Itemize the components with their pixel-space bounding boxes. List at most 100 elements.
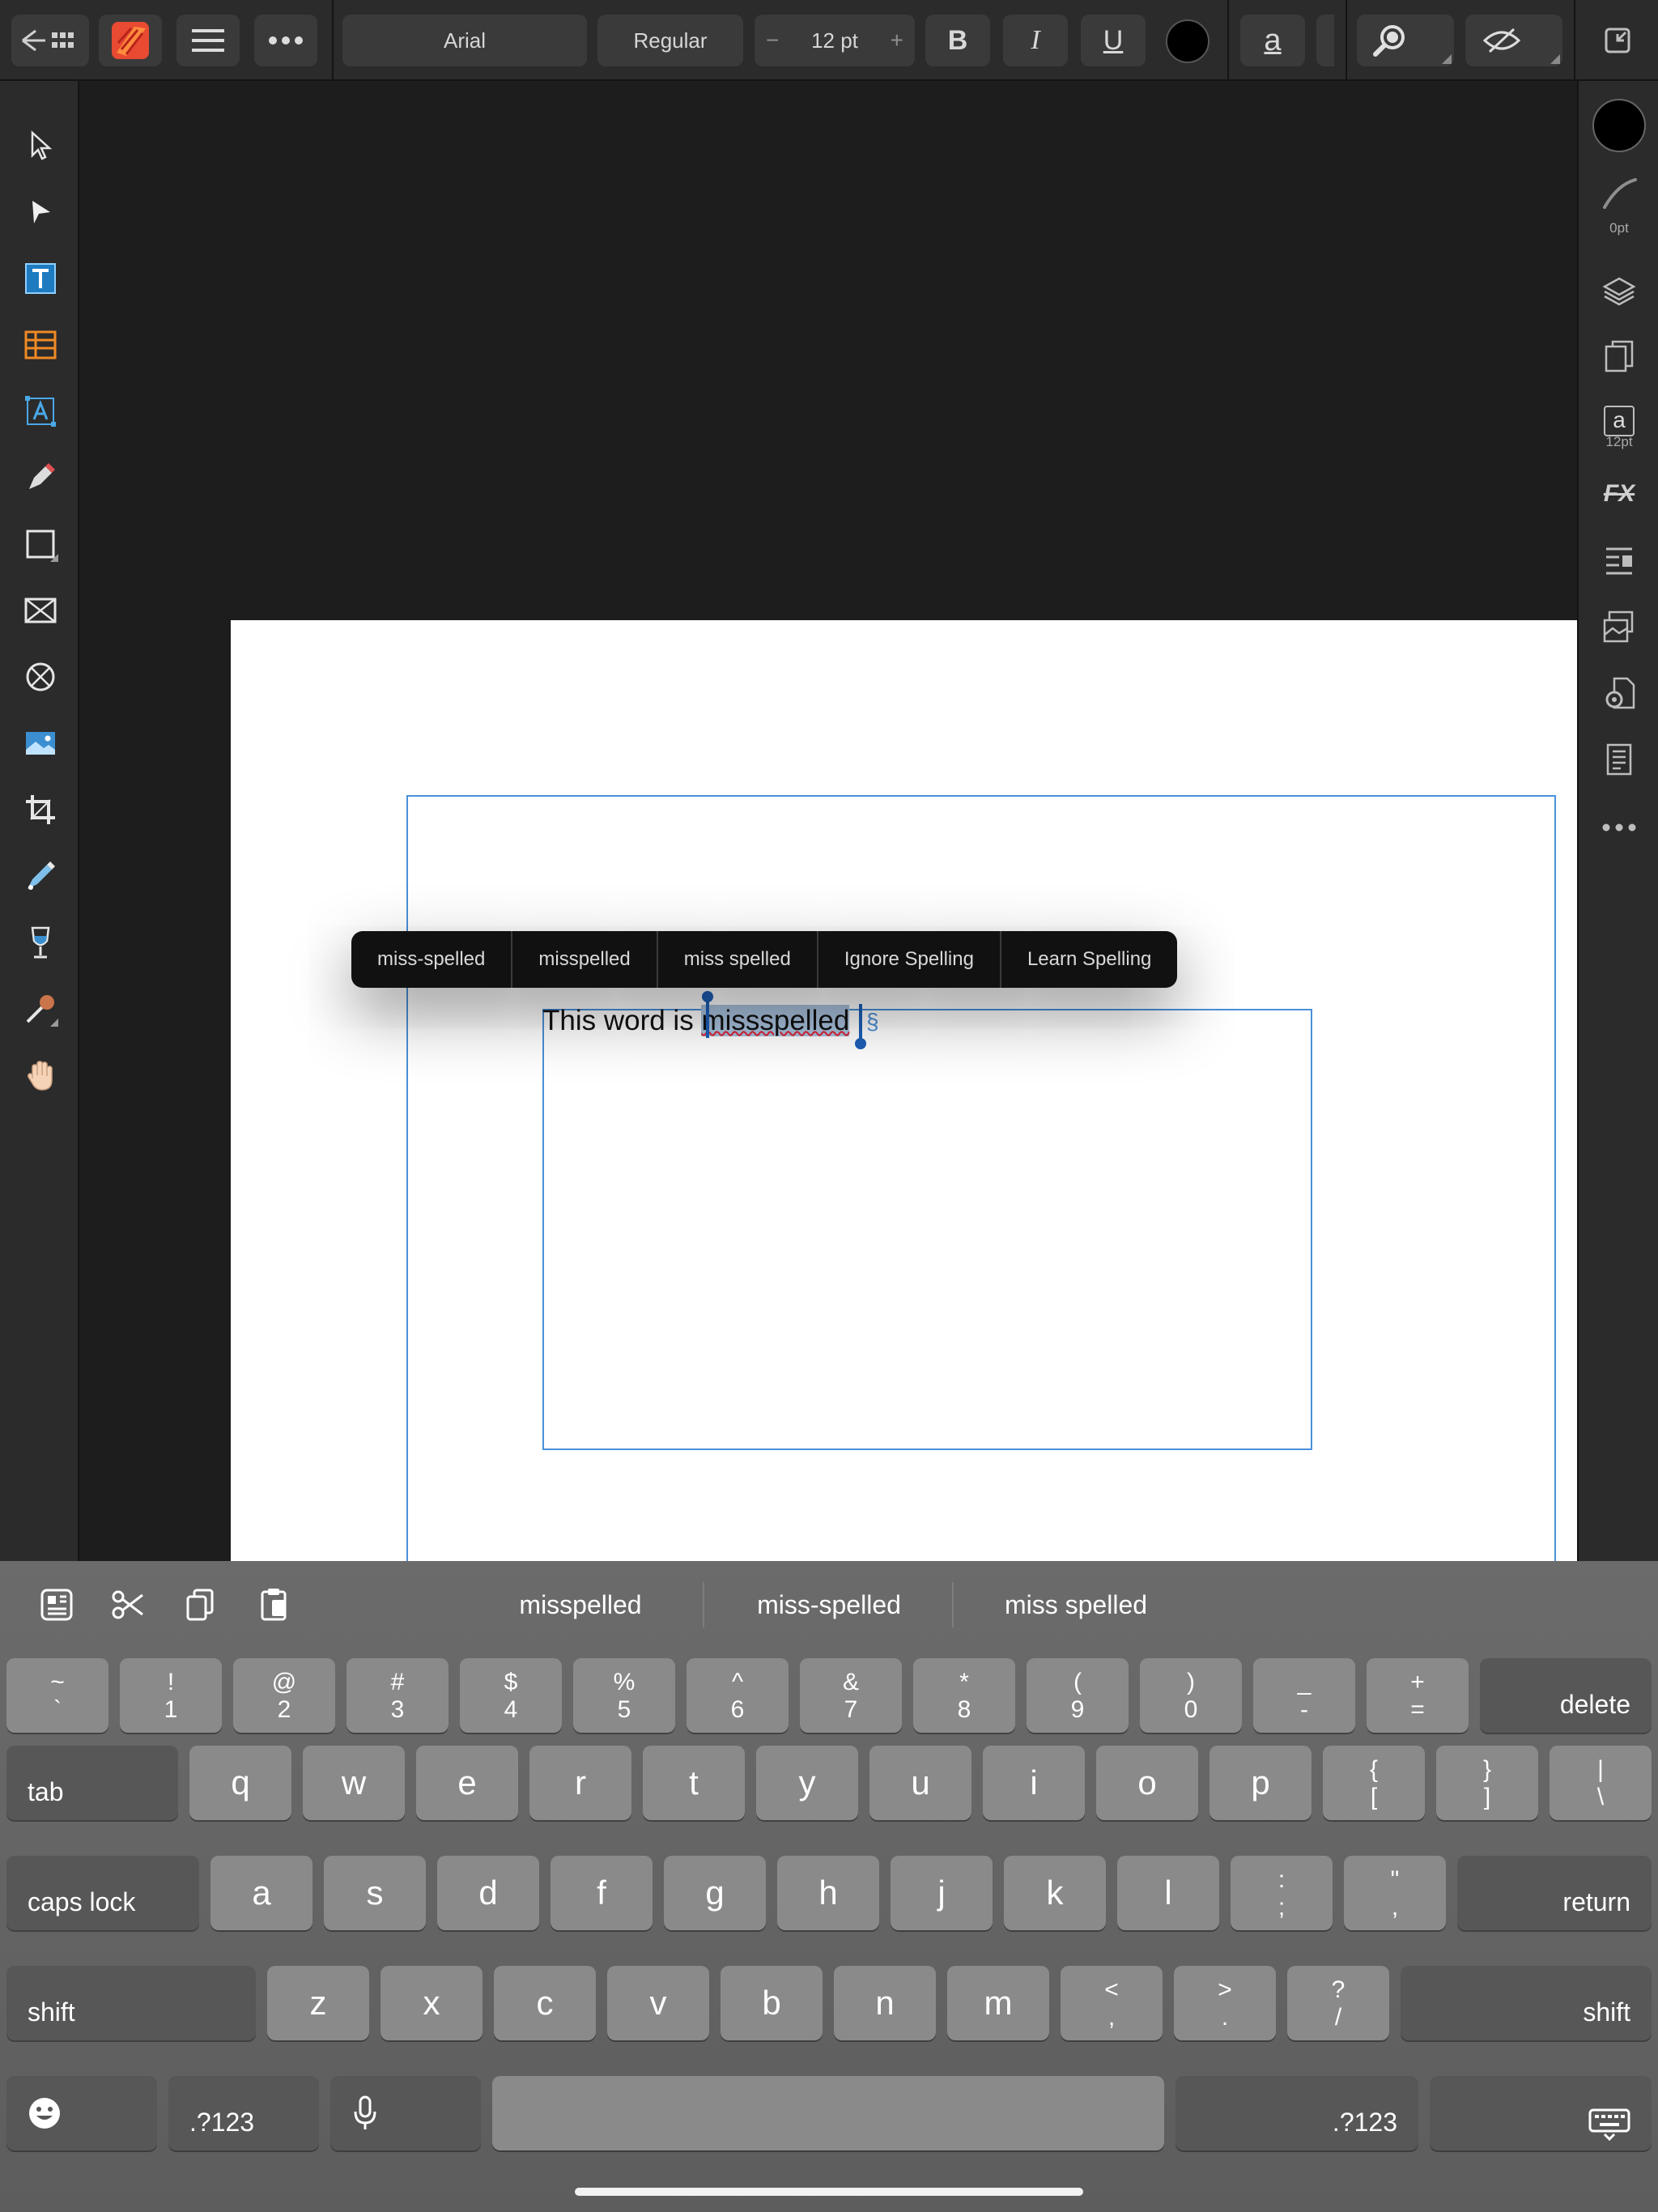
font-family-field[interactable]: Arial — [342, 15, 587, 66]
key-u[interactable]: u — [869, 1746, 971, 1820]
artistic-text-tool[interactable] — [18, 389, 63, 434]
key-l[interactable]: l — [1117, 1856, 1219, 1930]
key-t[interactable]: t — [643, 1746, 745, 1820]
key-equals[interactable]: + = — [1367, 1658, 1469, 1733]
key-semicolon[interactable]: :; — [1231, 1856, 1333, 1930]
key-b[interactable]: b — [721, 1966, 823, 2040]
key-quote[interactable]: ", — [1344, 1856, 1446, 1930]
key-minus[interactable]: _ - — [1253, 1658, 1355, 1733]
key-delete[interactable]: delete — [1480, 1658, 1652, 1733]
key-p[interactable]: p — [1209, 1746, 1312, 1820]
keyboard-suggestion-2[interactable]: miss-spelled — [708, 1584, 950, 1626]
key-9[interactable]: (9 — [1027, 1658, 1129, 1733]
menu-item-suggestion-3[interactable]: miss spelled — [658, 931, 818, 988]
text-frame-content[interactable]: This word is missspelled — [542, 1004, 850, 1038]
selection-start-handle[interactable] — [702, 991, 713, 1002]
effects-studio-button[interactable]: FX — [1598, 473, 1640, 515]
menu-item-suggestion-2[interactable]: misspelled — [512, 931, 658, 988]
pages-studio-button[interactable] — [1598, 335, 1640, 377]
color-studio-swatch[interactable] — [1592, 99, 1646, 152]
key-z[interactable]: z — [267, 1966, 369, 2040]
key-8[interactable]: * 8 — [913, 1658, 1015, 1733]
key-n[interactable]: n — [834, 1966, 936, 2040]
keyboard-suggestion-1[interactable]: misspelled — [453, 1584, 708, 1626]
key-space[interactable] — [492, 2076, 1164, 2150]
key-s[interactable]: s — [324, 1856, 426, 1930]
italic-button[interactable]: I — [1003, 15, 1068, 66]
view-tool[interactable] — [18, 1053, 63, 1098]
menu-button[interactable] — [176, 15, 240, 66]
key-1[interactable]: ! 1 — [120, 1658, 222, 1733]
key-right-bracket[interactable]: }] — [1436, 1746, 1538, 1820]
key-e[interactable]: e — [416, 1746, 518, 1820]
pen-tool[interactable] — [18, 455, 63, 500]
key-shift-right[interactable]: shift — [1401, 1966, 1652, 2040]
key-v[interactable]: v — [607, 1966, 709, 2040]
font-size-increase-button[interactable]: + — [891, 28, 903, 53]
table-tool[interactable] — [18, 322, 63, 368]
key-h[interactable]: h — [777, 1856, 879, 1930]
key-6[interactable]: ^ 6 — [687, 1658, 789, 1733]
scan-text-button[interactable] — [37, 1585, 76, 1624]
key-backtick[interactable]: ~ ` — [6, 1658, 108, 1733]
font-size-decrease-button[interactable]: − — [766, 28, 779, 53]
copy-button[interactable] — [181, 1585, 220, 1624]
key-0[interactable]: ) 0 — [1140, 1658, 1242, 1733]
node-tool[interactable] — [18, 189, 63, 235]
picture-frame-rectangle-tool[interactable] — [18, 588, 63, 633]
key-period[interactable]: >. — [1174, 1966, 1276, 2040]
text-frame[interactable] — [542, 1009, 1312, 1450]
view-mode-button[interactable] — [1465, 15, 1562, 66]
selection-end-handle[interactable] — [855, 1038, 866, 1049]
key-backslash[interactable]: | \ — [1550, 1746, 1652, 1820]
text-color-swatch[interactable] — [1166, 19, 1209, 63]
stroke-studio-button[interactable] — [1598, 172, 1640, 214]
crop-tool[interactable] — [18, 787, 63, 832]
key-emoji[interactable] — [6, 2076, 157, 2150]
key-slash[interactable]: ? / — [1287, 1966, 1389, 2040]
key-k[interactable]: k — [1004, 1856, 1106, 1930]
key-5[interactable]: % 5 — [573, 1658, 675, 1733]
key-w[interactable]: w — [303, 1746, 405, 1820]
text-flow-studio-button[interactable] — [1598, 738, 1640, 781]
key-q[interactable]: q — [189, 1746, 291, 1820]
move-tool[interactable] — [18, 123, 63, 168]
key-y[interactable]: y — [756, 1746, 858, 1820]
fullscreen-toggle-button[interactable] — [1595, 15, 1640, 66]
key-dictation[interactable] — [330, 2076, 481, 2150]
fill-tool[interactable] — [18, 853, 63, 899]
key-return[interactable]: return — [1457, 1856, 1652, 1930]
document-setup-button[interactable] — [1598, 672, 1640, 714]
zoom-button[interactable] — [1357, 15, 1454, 66]
resource-manager-button[interactable] — [1598, 606, 1640, 648]
menu-item-learn-spelling[interactable]: Learn Spelling — [1001, 931, 1177, 988]
key-3[interactable]: #3 — [346, 1658, 449, 1733]
key-r[interactable]: r — [529, 1746, 631, 1820]
more-studios-button[interactable] — [1598, 806, 1640, 849]
cut-button[interactable] — [108, 1585, 147, 1624]
key-x[interactable]: x — [380, 1966, 483, 2040]
paste-button[interactable] — [254, 1585, 293, 1624]
color-picker-tool[interactable] — [18, 986, 63, 1032]
key-4[interactable]: $4 — [460, 1658, 562, 1733]
layers-studio-button[interactable] — [1598, 270, 1640, 313]
key-shift-left[interactable]: shift — [6, 1966, 256, 2040]
key-d[interactable]: d — [437, 1856, 539, 1930]
key-a[interactable]: a — [210, 1856, 312, 1930]
key-i[interactable]: i — [983, 1746, 1085, 1820]
font-style-field[interactable]: Regular — [597, 15, 743, 66]
back-to-home-button[interactable] — [11, 15, 89, 66]
font-size-stepper[interactable]: − 12 pt + — [755, 15, 915, 66]
key-f[interactable]: f — [551, 1856, 653, 1930]
key-numbers-right[interactable]: .?123 — [1175, 2076, 1418, 2150]
selected-misspelled-word[interactable]: missspelled — [701, 1005, 850, 1036]
more-options-button[interactable] — [254, 15, 317, 66]
bold-button[interactable]: B — [925, 15, 990, 66]
key-g[interactable]: g — [664, 1856, 766, 1930]
transparency-tool[interactable] — [18, 920, 63, 965]
rectangle-tool[interactable] — [18, 521, 63, 567]
underline-button[interactable]: U — [1081, 15, 1146, 66]
toolbar-overflow-button[interactable] — [1316, 15, 1334, 66]
picture-frame-ellipse-tool[interactable] — [18, 654, 63, 700]
key-2[interactable]: @2 — [233, 1658, 335, 1733]
